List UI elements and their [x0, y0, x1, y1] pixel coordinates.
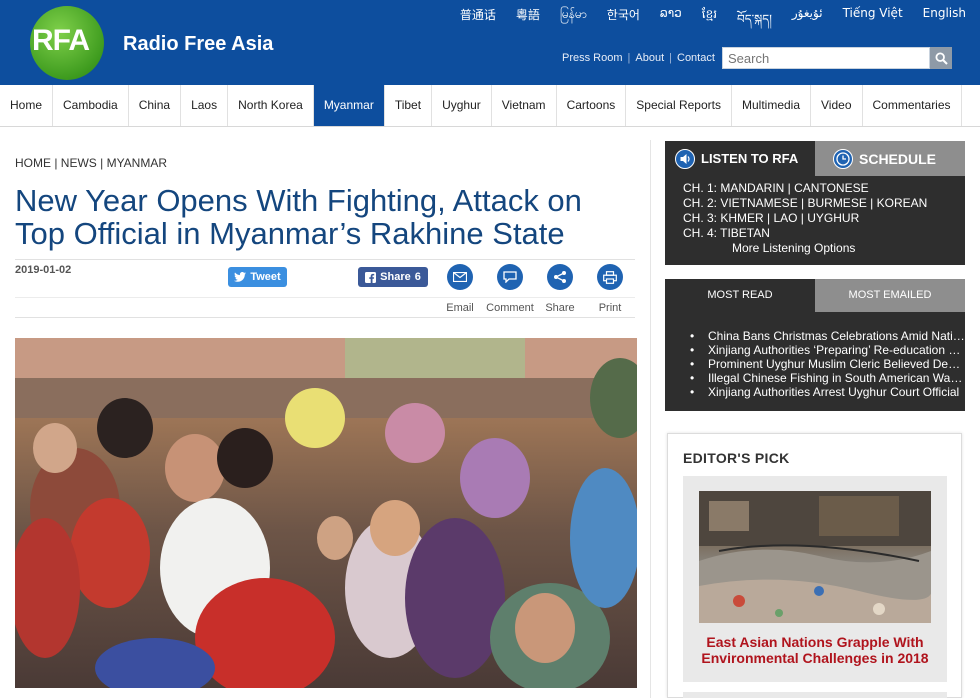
listen-tab[interactable]: LISTEN TO RFA — [665, 141, 815, 176]
comment-label[interactable]: Comment — [485, 302, 535, 314]
article-date: 2019-01-02 — [15, 264, 72, 276]
lang-link[interactable]: ئۇيغۇر — [792, 6, 823, 24]
nav-item-laos[interactable]: Laos — [181, 85, 229, 126]
print-label[interactable]: Print — [585, 302, 635, 314]
nav-item-vietnam[interactable]: Vietnam — [492, 85, 557, 126]
print-action[interactable]: Print — [585, 264, 635, 314]
list-item[interactable]: Illegal Chinese Fishing in South America… — [690, 371, 965, 385]
separator: | — [669, 52, 672, 64]
lang-link[interactable]: བོད་སྐད། — [737, 6, 772, 26]
facebook-share-button[interactable]: Share 6 — [358, 267, 428, 287]
listen-widget: LISTEN TO RFA SCHEDULE CH. 1: MANDARIN |… — [665, 141, 965, 265]
article-photo — [15, 338, 637, 688]
share-label: Share — [380, 271, 411, 283]
listen-tab-label: LISTEN TO RFA — [701, 151, 799, 166]
editors-pick-image[interactable] — [699, 491, 931, 623]
nav-item-north-korea[interactable]: North Korea — [228, 85, 314, 126]
press-room-link[interactable]: Press Room — [562, 52, 623, 64]
speaker-icon — [675, 148, 695, 169]
photo-illustration — [15, 338, 637, 688]
breadcrumb[interactable]: HOME | NEWS | MYANMAR — [15, 156, 167, 170]
about-link[interactable]: About — [635, 52, 664, 64]
comment-action[interactable]: Comment — [485, 264, 535, 314]
nav-item-uyghur[interactable]: Uyghur — [432, 85, 492, 126]
twitter-icon — [234, 272, 247, 282]
nav-item-tibet[interactable]: Tibet — [385, 85, 433, 126]
lang-link[interactable]: မြန်မာ — [560, 6, 587, 24]
share-count: 6 — [414, 271, 421, 283]
nav-item-home[interactable]: Home — [0, 85, 54, 126]
list-item[interactable]: Xinjiang Authorities Arrest Uyghur Court… — [690, 385, 965, 399]
lang-link[interactable]: 한국어 — [607, 6, 640, 24]
brand-name[interactable]: Radio Free Asia — [123, 33, 273, 56]
channel-item[interactable]: CH. 2: VIETNAMESE | BURMESE | KOREAN — [683, 196, 927, 211]
tab-most-read[interactable]: MOST READ — [665, 279, 815, 312]
comment-button[interactable] — [497, 264, 523, 290]
site-header: RFA Radio Free Asia 普通话 粵語 မြန်မာ 한국어 ລາ… — [0, 0, 980, 85]
lang-link[interactable]: 粵語 — [516, 6, 540, 24]
editors-pick-card-next — [683, 692, 947, 698]
search-input[interactable] — [723, 48, 929, 68]
list-item[interactable]: Xinjiang Authorities ‘Preparing’ Re-educ… — [690, 343, 965, 357]
more-listening-link[interactable]: More Listening Options — [732, 241, 855, 255]
lang-link[interactable]: Tiếng Việt — [843, 6, 903, 24]
editors-pick: EDITOR'S PICK East Asian Nations Grapple… — [667, 433, 962, 698]
tweet-label: Tweet — [250, 271, 281, 283]
nav-item-myanmar[interactable]: Myanmar — [313, 85, 385, 126]
email-label[interactable]: Email — [435, 302, 485, 314]
main-nav: Home Cambodia China Laos North Korea Myanmar T… — [0, 85, 980, 127]
email-icon — [453, 272, 467, 282]
schedule-tab-label: SCHEDULE — [859, 150, 937, 167]
language-bar: 普通话 粵語 မြန်မာ 한국어 ລາວ ខ្មែរ བོད་སྐད། ئۇي… — [440, 6, 966, 26]
lang-link[interactable]: ລາວ — [660, 6, 682, 24]
search-icon — [934, 51, 948, 65]
channel-item[interactable]: CH. 1: MANDARIN | CANTONESE — [683, 181, 927, 196]
list-item[interactable]: Prominent Uyghur Muslim Cleric Believed … — [690, 357, 965, 371]
logo-text[interactable]: RFA — [30, 24, 104, 58]
lang-link[interactable]: 普通话 — [460, 6, 496, 24]
most-read-widget: MOST READ MOST EMAILED China Bans Christ… — [665, 279, 965, 411]
nav-item-video[interactable]: Video — [811, 85, 863, 126]
print-button[interactable] — [597, 264, 623, 290]
share-button[interactable] — [547, 264, 573, 290]
share-icon — [554, 271, 566, 283]
contact-link[interactable]: Contact — [677, 52, 715, 64]
tab-most-emailed[interactable]: MOST EMAILED — [815, 279, 965, 312]
facebook-icon — [365, 271, 377, 283]
nav-item-commentaries[interactable]: Commentaries — [863, 85, 962, 126]
nav-item-special-reports[interactable]: Special Reports — [626, 85, 732, 126]
channel-item[interactable]: CH. 3: KHMER | LAO | UYGHUR — [683, 211, 927, 226]
channel-item[interactable]: CH. 4: TIBETAN — [683, 226, 927, 241]
lang-link[interactable]: ខ្មែរ — [702, 6, 717, 24]
share-action[interactable]: Share — [535, 264, 585, 314]
editors-pick-title: EDITOR'S PICK — [683, 450, 790, 466]
divider — [15, 317, 635, 318]
lang-link[interactable]: English — [923, 6, 966, 24]
print-icon — [603, 270, 617, 284]
most-read-list: China Bans Christmas Celebrations Amid N… — [690, 329, 965, 399]
search-button[interactable] — [930, 47, 952, 69]
divider — [15, 259, 635, 260]
editors-pick-caption[interactable]: East Asian Nations Grapple With Environm… — [683, 634, 947, 666]
nav-item-multimedia[interactable]: Multimedia — [732, 85, 812, 126]
share-action-label[interactable]: Share — [535, 302, 585, 314]
nav-item-cambodia[interactable]: Cambodia — [53, 85, 129, 126]
email-action[interactable]: Email — [435, 264, 485, 314]
separator: | — [627, 52, 631, 64]
comment-icon — [503, 271, 517, 283]
channel-list: CH. 1: MANDARIN | CANTONESE CH. 2: VIETN… — [683, 181, 927, 241]
article-title: New Year Opens With Fighting, Attack on … — [15, 183, 582, 251]
schedule-tab[interactable]: SCHEDULE — [815, 141, 965, 176]
nav-item-china[interactable]: China — [129, 85, 182, 126]
column-divider — [650, 140, 651, 698]
top-links: Press Room | About | Contact — [562, 52, 715, 64]
clock-icon — [833, 148, 853, 169]
editors-pick-card[interactable]: East Asian Nations Grapple With Environm… — [683, 476, 947, 682]
search-box — [722, 47, 930, 69]
list-item[interactable]: China Bans Christmas Celebrations Amid N… — [690, 329, 965, 343]
pollution-illustration — [699, 491, 931, 623]
tweet-button[interactable]: Tweet — [228, 267, 287, 287]
email-button[interactable] — [447, 264, 473, 290]
nav-item-cartoons[interactable]: Cartoons — [557, 85, 627, 126]
